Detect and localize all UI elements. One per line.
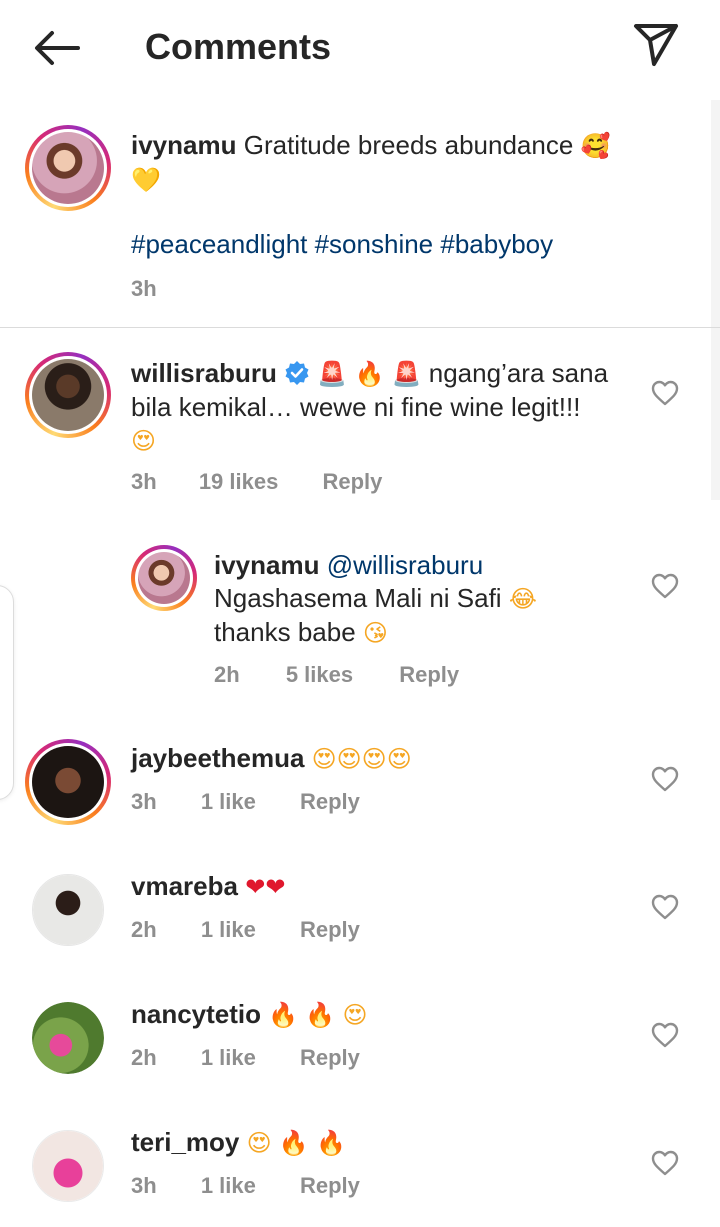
fire-emoji: 🔥 [278, 1129, 309, 1157]
edge-panel-handle[interactable] [0, 585, 14, 800]
page-title: Comments [145, 26, 332, 67]
divider [0, 327, 720, 328]
likes-count[interactable]: 1 like [201, 1173, 256, 1199]
reply-button[interactable]: Reply [300, 917, 360, 943]
username[interactable]: willisraburu [131, 358, 277, 388]
comment-text: jaybeethemua 😍😍😍😍 [131, 742, 631, 776]
siren-emoji: 🚨 [317, 360, 348, 388]
comment-timestamp: 2h [214, 662, 240, 687]
comment-meta: 2h 5 likes Reply [214, 662, 459, 688]
like-heart-icon[interactable] [651, 766, 679, 792]
likes-count[interactable]: 19 likes [199, 469, 279, 495]
comment-text: nancytetio 🔥 🔥 😍 [131, 998, 631, 1032]
fire-emoji: 🔥 [305, 1001, 336, 1029]
avatar[interactable] [32, 1130, 104, 1202]
like-heart-icon[interactable] [651, 380, 679, 406]
comment-timestamp: 3h [131, 1173, 157, 1198]
username[interactable]: ivynamu [214, 550, 320, 580]
fire-emoji: 🔥 [316, 1129, 346, 1157]
comment-timestamp: 2h [131, 917, 157, 942]
reply-button[interactable]: Reply [322, 469, 382, 495]
comment-text: willisraburu 🚨 🔥 🚨 ngang’ara sana bila k… [131, 357, 631, 458]
avatar[interactable] [32, 874, 104, 946]
reply-text: ivynamu @willisraburu Ngashasema Mali ni… [214, 549, 634, 650]
username[interactable]: vmareba [131, 871, 238, 901]
username[interactable]: jaybeethemua [131, 743, 304, 773]
verified-badge-icon [284, 360, 310, 386]
like-heart-icon[interactable] [651, 894, 679, 920]
red-heart-emoji: ❤❤ [245, 873, 286, 901]
post-caption: ivynamu Gratitude breeds abundance 🥰 💛 #… [0, 110, 720, 328]
caption-timestamp: 3h [131, 276, 157, 301]
like-heart-icon[interactable] [651, 1150, 679, 1176]
fire-emoji: 🔥 [354, 360, 385, 388]
avatar[interactable] [32, 1002, 104, 1074]
kissing-face-emoji: 😘 [362, 619, 388, 647]
avatar[interactable] [25, 352, 111, 438]
comment-meta: 3h 1 like Reply [131, 789, 360, 815]
smiling-face-hearts-emoji: 🥰 [580, 132, 611, 160]
avatar[interactable] [25, 739, 111, 825]
mention-link[interactable]: @willisraburu [327, 550, 483, 580]
comment-timestamp: 3h [131, 469, 157, 494]
comment-text: teri_moy 😍 🔥 🔥 [131, 1126, 631, 1160]
likes-count[interactable]: 1 like [201, 789, 256, 815]
username[interactable]: ivynamu [131, 130, 237, 160]
comment-timestamp: 3h [131, 789, 157, 814]
comment-text: vmareba ❤❤ [131, 870, 631, 904]
username[interactable]: teri_moy [131, 1127, 239, 1157]
comment-meta: 2h 1 like Reply [131, 1045, 360, 1071]
top-bar: Comments [0, 0, 720, 96]
comment-timestamp: 2h [131, 1045, 157, 1070]
caption-text: ivynamu Gratitude breeds abundance 🥰 💛 [131, 129, 651, 197]
reply-button[interactable]: Reply [300, 789, 360, 815]
comment-meta: 3h 19 likes Reply [131, 469, 382, 495]
reply-button[interactable]: Reply [300, 1173, 360, 1199]
reply-button[interactable]: Reply [300, 1045, 360, 1071]
back-arrow-icon[interactable] [30, 26, 82, 70]
tears-of-joy-emoji: 😂 [508, 585, 537, 613]
like-heart-icon[interactable] [651, 573, 679, 599]
yellow-heart-emoji: 💛 [131, 166, 161, 194]
reply-button[interactable]: Reply [399, 662, 459, 688]
likes-count[interactable]: 1 like [201, 1045, 256, 1071]
avatar[interactable] [25, 125, 111, 211]
heart-eyes-emoji: 😍😍😍😍 [311, 745, 412, 773]
reply-body-line2: thanks babe [214, 617, 356, 647]
heart-eyes-emoji: 😍 [131, 427, 157, 455]
likes-count[interactable]: 5 likes [286, 662, 353, 688]
heart-eyes-emoji: 😍 [246, 1129, 272, 1157]
like-heart-icon[interactable] [651, 1022, 679, 1048]
siren-emoji: 🚨 [391, 360, 422, 388]
comment-meta: 3h 1 like Reply [131, 1173, 360, 1199]
username[interactable]: nancytetio [131, 999, 261, 1029]
hashtags[interactable]: #peaceandlight #sonshine #babyboy [131, 228, 691, 261]
share-send-icon[interactable] [632, 22, 680, 68]
avatar[interactable] [131, 545, 197, 611]
comment-meta: 2h 1 like Reply [131, 917, 360, 943]
caption-body: Gratitude breeds abundance [243, 130, 574, 160]
likes-count[interactable]: 1 like [201, 917, 256, 943]
fire-emoji: 🔥 [268, 1001, 299, 1029]
heart-eyes-emoji: 😍 [342, 1001, 368, 1029]
reply-body-line1: Ngashasema Mali ni Safi [214, 583, 502, 613]
